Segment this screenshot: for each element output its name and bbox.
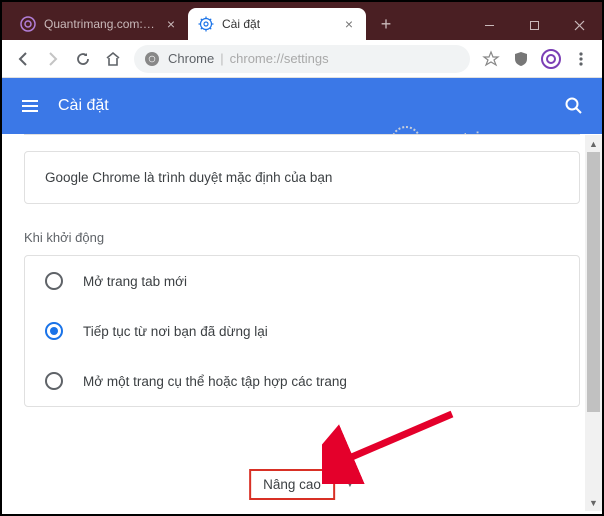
close-window-button[interactable]: [557, 10, 602, 40]
radio-continue[interactable]: Tiếp tục từ nơi bạn đã dừng lại: [25, 306, 579, 356]
back-button[interactable]: [8, 44, 38, 74]
menu-button[interactable]: [566, 44, 596, 74]
radio-open-new-tab[interactable]: Mở trang tab mới: [25, 256, 579, 306]
scroll-up-icon[interactable]: ▲: [585, 135, 602, 152]
page-title: Cài đặt: [58, 97, 109, 115]
tab-title: Cài đặt: [222, 17, 336, 31]
reload-button[interactable]: [68, 44, 98, 74]
radio-icon: [45, 272, 63, 290]
tab-quantrimang[interactable]: Quantrimang.com: Kiế ×: [10, 8, 188, 40]
close-icon[interactable]: ×: [342, 17, 356, 31]
radio-icon: [45, 372, 63, 390]
scroll-thumb[interactable]: [587, 152, 600, 412]
search-button[interactable]: [564, 96, 584, 116]
minimize-button[interactable]: [467, 10, 512, 40]
radio-specific-pages[interactable]: Mở một trang cụ thể hoặc tập hợp các tra…: [25, 356, 579, 406]
tab-settings[interactable]: Cài đặt ×: [188, 8, 366, 40]
profile-button[interactable]: [536, 44, 566, 74]
chrome-icon: [144, 51, 160, 67]
maximize-button[interactable]: [512, 10, 557, 40]
radio-label: Mở một trang cụ thể hoặc tập hợp các tra…: [83, 374, 347, 389]
startup-card: Mở trang tab mới Tiếp tục từ nơi bạn đã …: [24, 255, 580, 407]
browser-titlebar: Quantrimang.com: Kiế × Cài đặt × +: [2, 2, 602, 40]
url-prefix: Chrome: [168, 51, 214, 66]
radio-label: Tiếp tục từ nơi bạn đã dừng lại: [83, 324, 268, 339]
favicon-quantrimang: [20, 16, 36, 32]
url-text: chrome://settings: [230, 51, 329, 66]
default-browser-text: Google Chrome là trình duyệt mặc định củ…: [45, 170, 332, 185]
scrollbar[interactable]: ▲ ▼: [585, 135, 602, 511]
close-icon[interactable]: ×: [164, 17, 178, 31]
address-bar[interactable]: Chrome | chrome://settings: [134, 45, 470, 73]
default-browser-card: Google Chrome là trình duyệt mặc định củ…: [24, 151, 580, 204]
gear-icon: [198, 16, 214, 32]
forward-button[interactable]: [38, 44, 68, 74]
chevron-down-icon[interactable]: ▼: [345, 479, 355, 490]
shield-icon[interactable]: [506, 44, 536, 74]
new-tab-button[interactable]: +: [372, 10, 400, 38]
tab-title: Quantrimang.com: Kiế: [44, 17, 158, 31]
settings-content: Google Chrome là trình duyệt mặc định củ…: [2, 134, 602, 514]
window-controls: [467, 10, 602, 40]
scroll-down-icon[interactable]: ▼: [585, 494, 602, 511]
advanced-section: Nâng cao ▼: [249, 469, 355, 500]
hamburger-icon[interactable]: [20, 96, 40, 116]
bookmark-button[interactable]: [476, 44, 506, 74]
radio-icon: [45, 322, 63, 340]
url-separator: |: [220, 51, 223, 66]
startup-section-title: Khi khởi động: [24, 230, 580, 245]
browser-toolbar: Chrome | chrome://settings: [2, 40, 602, 78]
radio-label: Mở trang tab mới: [83, 274, 187, 289]
home-button[interactable]: [98, 44, 128, 74]
advanced-button[interactable]: Nâng cao: [249, 469, 335, 500]
